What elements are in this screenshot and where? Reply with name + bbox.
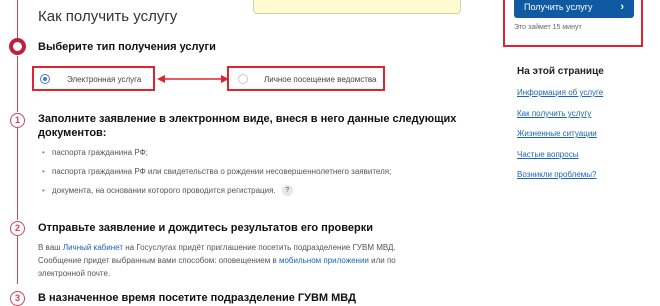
option-electronic-label: Электронная услуга	[67, 75, 142, 84]
help-icon[interactable]: ?	[281, 185, 293, 197]
chevron-right-icon: ›	[620, 1, 624, 13]
option-electronic[interactable]: Электронная услуга	[32, 66, 155, 91]
toc-link-problems[interactable]: Возникли проблемы?	[517, 170, 596, 179]
option-visit[interactable]: Личное посещение ведомства	[227, 66, 385, 91]
step-2-heading: Отправьте заявление и дождитесь результа…	[38, 222, 373, 234]
choose-type-heading: Выберите тип получения услуги	[38, 41, 216, 53]
bullet-item: паспорта гражданина РФ или свидетельства…	[40, 166, 391, 185]
mobile-app-link[interactable]: мобильном приложении	[279, 256, 369, 265]
bullet-item: документа, на основании которого проводи…	[40, 185, 391, 204]
step-2-description: В ваш Личный кабинет на Госуслугах придё…	[38, 243, 396, 278]
timeline-line-3	[17, 236, 18, 284]
option-visit-label: Личное посещение ведомства	[264, 75, 377, 84]
double-arrow-icon	[157, 75, 229, 83]
timeline-line-2	[17, 128, 18, 220]
step-1-number: 1	[10, 113, 25, 128]
step-3-heading: В назначенное время посетите подразделен…	[38, 292, 356, 304]
step-2-number: 2	[10, 221, 25, 236]
notice-box	[253, 0, 461, 14]
toc-link-situations[interactable]: Жизненные ситуации	[517, 129, 597, 138]
radio-electronic[interactable]	[40, 74, 50, 84]
step-start-marker	[9, 38, 26, 55]
step-1-heading: Заполните заявление в электронном виде, …	[38, 113, 457, 139]
personal-cabinet-link[interactable]: Личный кабинет	[63, 243, 123, 252]
toc-link-info[interactable]: Информация об услуге	[517, 88, 603, 97]
bullet-item: паспорта гражданина РФ;	[40, 147, 391, 166]
timeline-line-1	[17, 56, 18, 112]
toc-link-faq[interactable]: Частые вопросы	[517, 150, 578, 159]
timeline-line-top	[17, 0, 18, 38]
duration-note: Это займет 15 минут	[514, 24, 582, 31]
toc-title: На этой странице	[517, 66, 604, 77]
step-3-number: 3	[10, 291, 25, 306]
get-service-button[interactable]: Получить услугу ›	[514, 0, 634, 18]
step-1-bullets: паспорта гражданина РФ; паспорта граждан…	[40, 147, 391, 204]
toc-link-how[interactable]: Как получить услугу	[517, 109, 591, 118]
radio-visit[interactable]	[238, 74, 248, 84]
page-title: Как получить услугу	[38, 8, 178, 25]
